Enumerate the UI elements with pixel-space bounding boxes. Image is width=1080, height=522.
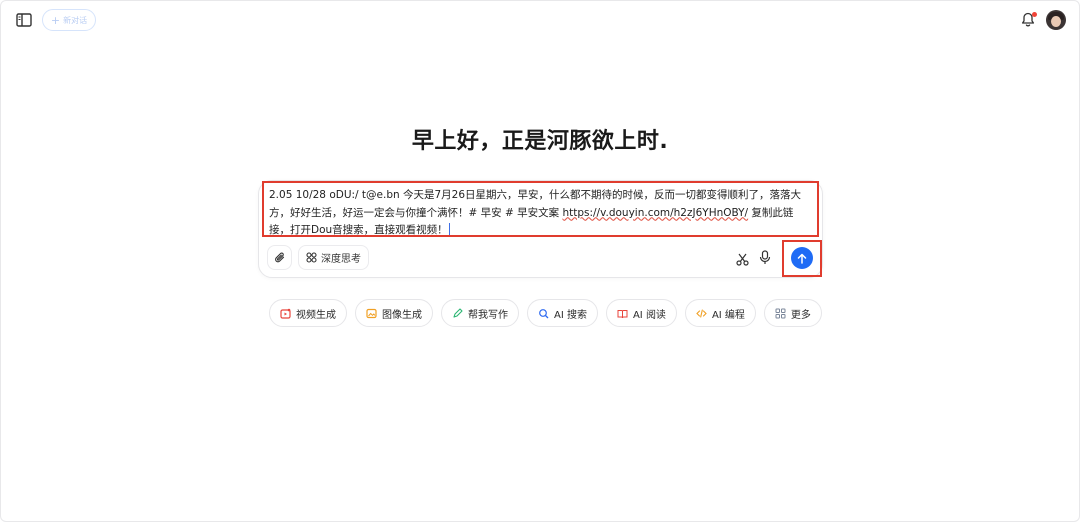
chip-label: AI 编程 xyxy=(711,309,745,321)
chip-label: 帮我写作 xyxy=(468,309,508,321)
chip-label: 图像生成 xyxy=(382,309,422,321)
deep-think-label: 深度思考 xyxy=(321,254,361,265)
attach-button[interactable] xyxy=(267,245,292,270)
avatar[interactable] xyxy=(1046,10,1066,30)
image-icon xyxy=(366,308,377,318)
text-caret xyxy=(448,223,450,235)
chip-more[interactable]: 更多 xyxy=(763,299,822,327)
paperclip-icon xyxy=(274,252,284,263)
grid-icon xyxy=(775,308,786,318)
quick-actions: 视频生成 图像生成 帮我写作 AI 搜索 AI 阅读 AI 编程 更多 xyxy=(269,299,822,327)
notification-dot xyxy=(1032,12,1037,17)
chip-image-generation[interactable]: 图像生成 xyxy=(355,299,433,327)
bell-icon[interactable] xyxy=(1021,12,1037,28)
new-chat-label: 新对话 xyxy=(63,15,88,25)
video-icon xyxy=(280,308,291,319)
new-chat-button[interactable]: + 新对话 xyxy=(42,9,96,31)
chip-help-write[interactable]: 帮我写作 xyxy=(441,299,519,327)
search-icon xyxy=(539,308,549,318)
deep-think-button[interactable]: 深度思考 xyxy=(298,245,369,270)
chip-label: AI 阅读 xyxy=(632,309,666,321)
deep-think-icon xyxy=(306,252,317,263)
chip-label: 视频生成 xyxy=(296,309,336,321)
scissors-icon[interactable] xyxy=(736,251,749,266)
book-icon xyxy=(617,309,628,318)
pen-icon xyxy=(453,307,463,318)
chip-ai-coding[interactable]: AI 编程 xyxy=(684,299,756,327)
code-icon xyxy=(696,308,707,318)
sidebar-toggle-icon[interactable] xyxy=(16,12,34,28)
plus-icon: + xyxy=(50,13,61,27)
microphone-icon[interactable] xyxy=(759,250,771,265)
chip-ai-search[interactable]: AI 搜索 xyxy=(527,299,598,327)
chip-label: AI 搜索 xyxy=(554,309,587,321)
message-link: https://v.douyin.com/h2zJ6YHnOBY/ xyxy=(562,206,749,219)
chip-label: 更多 xyxy=(790,309,811,321)
chip-video-generation[interactable]: 视频生成 xyxy=(269,299,347,327)
greeting-title: 早上好，正是河豚欲上时. xyxy=(411,129,669,154)
send-button[interactable] xyxy=(791,247,813,269)
message-input[interactable]: 2.05 10/28 oDU:/ t@e.bn 今天是7月26日星期六，早安，什… xyxy=(262,181,819,237)
chip-ai-reading[interactable]: AI 阅读 xyxy=(605,299,677,327)
arrow-up-icon xyxy=(797,253,807,264)
